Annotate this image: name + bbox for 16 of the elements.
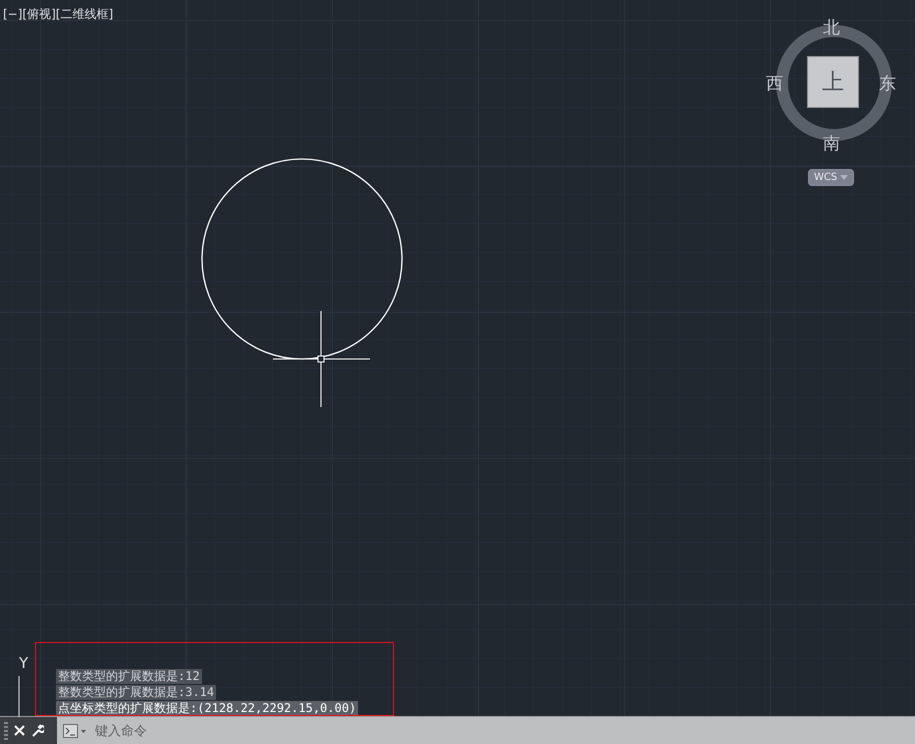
wrench-icon[interactable] bbox=[31, 724, 44, 737]
viewcube-face[interactable]: 上 bbox=[807, 56, 859, 108]
command-input[interactable]: 键入命令 bbox=[93, 722, 915, 739]
compass-north[interactable]: 北 bbox=[823, 16, 840, 39]
drawing-canvas[interactable]: [−][俯视][二维线框] 北 西 上 东 南 WCS Y 整数类型的扩展数据是:12 整数类型的扩展数据是:3.14 点坐标类型的扩展数据是:(2128.22,2292.15,0.00) bbox=[0, 0, 915, 716]
compass-east[interactable]: 东 bbox=[879, 72, 896, 95]
ucs-axis-label: Y bbox=[19, 654, 28, 672]
grip-icon[interactable] bbox=[4, 722, 8, 740]
compass-west[interactable]: 西 bbox=[766, 72, 783, 95]
ucs-axis-icon bbox=[18, 676, 20, 717]
crosshair-cursor-icon bbox=[272, 310, 370, 408]
command-prompt-icon[interactable] bbox=[63, 724, 87, 738]
compass-south[interactable]: 南 bbox=[823, 132, 840, 155]
dropdown-caret-icon bbox=[840, 175, 848, 180]
close-icon[interactable] bbox=[14, 725, 25, 736]
viewport-label[interactable]: [−][俯视][二维线框] bbox=[3, 6, 114, 23]
